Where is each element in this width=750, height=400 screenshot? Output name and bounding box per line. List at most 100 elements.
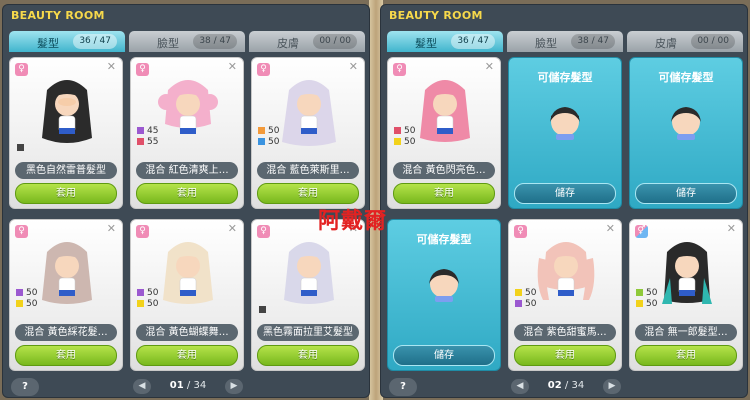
mix-value: 50 [147, 288, 159, 298]
hairstyle-name: 黑色自然雷普髮型 [15, 162, 117, 179]
page-indicator: 02 / 34 [547, 380, 585, 391]
avatar-icon [284, 242, 334, 304]
hairstyle-name: 混合 紅色清爽上… [136, 162, 238, 179]
tab-count: 36 / 47 [73, 34, 117, 49]
mix-value: 50 [268, 126, 280, 136]
current-page: 01 [169, 380, 184, 391]
hairstyle-card[interactable]: ♀ ✕ 45 55 混合 紅色清爽上… 套用 [130, 57, 244, 209]
mix-color-swatch [137, 289, 144, 296]
hairstyle-card[interactable]: ♀ ✕ 50 50 混合 黃色綵花髮… 套用 [9, 219, 123, 371]
watermark-text: 阿戴爾 [318, 208, 388, 234]
close-icon[interactable]: ✕ [107, 222, 116, 235]
female-icon: ♀ [393, 63, 406, 76]
avatar-icon [662, 242, 712, 304]
blank-head-icon [429, 269, 459, 302]
panel-title: BEAUTY ROOM [389, 9, 483, 22]
tab-face[interactable]: 臉型 38 / 47 [129, 31, 245, 52]
avatar-icon [158, 80, 218, 134]
hairstyle-card[interactable]: ♀ ✕ 黑色霧面拉里艾髮型 套用 [251, 219, 365, 371]
close-icon[interactable]: ✕ [107, 60, 116, 73]
mix-value: 50 [525, 299, 537, 309]
hairstyle-name: 混合 無一郎髮型… [635, 324, 737, 341]
tab-label: 臉型 [535, 37, 557, 50]
mix-value: 50 [525, 288, 537, 298]
avatar-icon [537, 242, 595, 300]
mix-ratio: 50 50 [515, 288, 536, 310]
save-button[interactable]: 儲存 [393, 345, 495, 366]
hairstyle-name: 混合 黃色蝴蝶舞… [136, 324, 238, 341]
apply-button[interactable]: 套用 [15, 183, 117, 204]
tab-count: 36 / 47 [451, 34, 495, 49]
hair-color-swatch [17, 144, 24, 151]
panel-footer: ? ◀ 02 / 34 ▶ [381, 377, 747, 397]
mix-ratio: 50 50 [394, 126, 415, 148]
hairstyle-name: 混合 紫色甜蜜馬… [514, 324, 616, 341]
hairstyle-card[interactable]: ⚥ ✕ 50 50 混合 無一郎髮型… 套用 [629, 219, 743, 371]
apply-button[interactable]: 套用 [393, 183, 495, 204]
mix-ratio: 50 50 [16, 288, 37, 310]
tab-skin[interactable]: 皮膚 00 / 00 [249, 31, 365, 52]
total-pages: 34 [193, 380, 207, 391]
hairstyle-card[interactable]: ♀ ✕ 50 50 混合 紫色甜蜜馬… 套用 [508, 219, 622, 371]
storable-title: 可儲存髮型 [416, 233, 472, 246]
help-button[interactable]: ? [389, 378, 417, 396]
close-icon[interactable]: ✕ [727, 222, 736, 235]
next-page-button[interactable]: ▶ [225, 379, 243, 394]
mix-color-swatch [137, 127, 144, 134]
prev-page-button[interactable]: ◀ [511, 379, 529, 394]
tab-hair[interactable]: 髮型 36 / 47 [387, 31, 503, 52]
female-icon: ♀ [15, 63, 28, 76]
apply-button[interactable]: 套用 [635, 345, 737, 366]
mix-value: 50 [646, 299, 658, 309]
pagination: ◀ 02 / 34 ▶ [511, 379, 621, 395]
close-icon[interactable]: ✕ [228, 222, 237, 235]
tab-count: 00 / 00 [313, 34, 357, 49]
tab-count: 38 / 47 [193, 34, 237, 49]
female-icon: ♀ [15, 225, 28, 238]
mix-value: 50 [404, 137, 416, 147]
save-button[interactable]: 儲存 [635, 183, 737, 204]
apply-button[interactable]: 套用 [136, 183, 238, 204]
help-button[interactable]: ? [11, 378, 39, 396]
prev-page-button[interactable]: ◀ [133, 379, 151, 394]
total-pages: 34 [571, 380, 585, 391]
mix-ratio: 50 50 [636, 288, 657, 310]
mix-color-swatch [515, 300, 522, 307]
storable-slot-card[interactable]: 可儲存髮型 儲存 [508, 57, 622, 209]
hairstyle-card[interactable]: ♀ ✕ 黑色自然雷普髮型 套用 [9, 57, 123, 209]
mix-ratio: 45 55 [137, 126, 158, 148]
tab-bar: 髮型 36 / 47 臉型 38 / 47 皮膚 00 / 00 [9, 31, 365, 53]
apply-button[interactable]: 套用 [257, 345, 359, 366]
storable-slot-card[interactable]: 可儲存髮型 儲存 [387, 219, 501, 371]
avatar-icon [42, 80, 92, 143]
hair-color-swatch [259, 306, 266, 313]
tab-label: 皮膚 [277, 37, 299, 50]
apply-button[interactable]: 套用 [257, 183, 359, 204]
hairstyle-card[interactable]: ♀ ✕ 50 50 混合 黃色蝴蝶舞… 套用 [130, 219, 244, 371]
apply-button[interactable]: 套用 [136, 345, 238, 366]
current-page: 02 [547, 380, 562, 391]
female-icon: ♀ [136, 225, 149, 238]
tab-label: 髮型 [37, 37, 59, 50]
mix-color-swatch [636, 289, 643, 296]
mix-color-swatch [258, 138, 265, 145]
tab-hair[interactable]: 髮型 36 / 47 [9, 31, 125, 52]
hairstyle-card[interactable]: ♀ ✕ 50 50 混合 黃色閃亮色… 套用 [387, 57, 501, 209]
tab-label: 皮膚 [655, 37, 677, 50]
apply-button[interactable]: 套用 [514, 345, 616, 366]
save-button[interactable]: 儲存 [514, 183, 616, 204]
storable-slot-card[interactable]: 可儲存髮型 儲存 [629, 57, 743, 209]
hairstyle-card[interactable]: ♀ ✕ 50 50 混合 藍色萊斯里… 套用 [251, 57, 365, 209]
mix-value: 50 [26, 299, 38, 309]
close-icon[interactable]: ✕ [485, 60, 494, 73]
tab-face[interactable]: 臉型 38 / 47 [507, 31, 623, 52]
close-icon[interactable]: ✕ [228, 60, 237, 73]
next-page-button[interactable]: ▶ [603, 379, 621, 394]
mix-color-swatch [636, 300, 643, 307]
close-icon[interactable]: ✕ [606, 222, 615, 235]
page-indicator: 01 / 34 [169, 380, 207, 391]
tab-count: 00 / 00 [691, 34, 735, 49]
close-icon[interactable]: ✕ [349, 60, 358, 73]
tab-skin[interactable]: 皮膚 00 / 00 [627, 31, 743, 52]
apply-button[interactable]: 套用 [15, 345, 117, 366]
